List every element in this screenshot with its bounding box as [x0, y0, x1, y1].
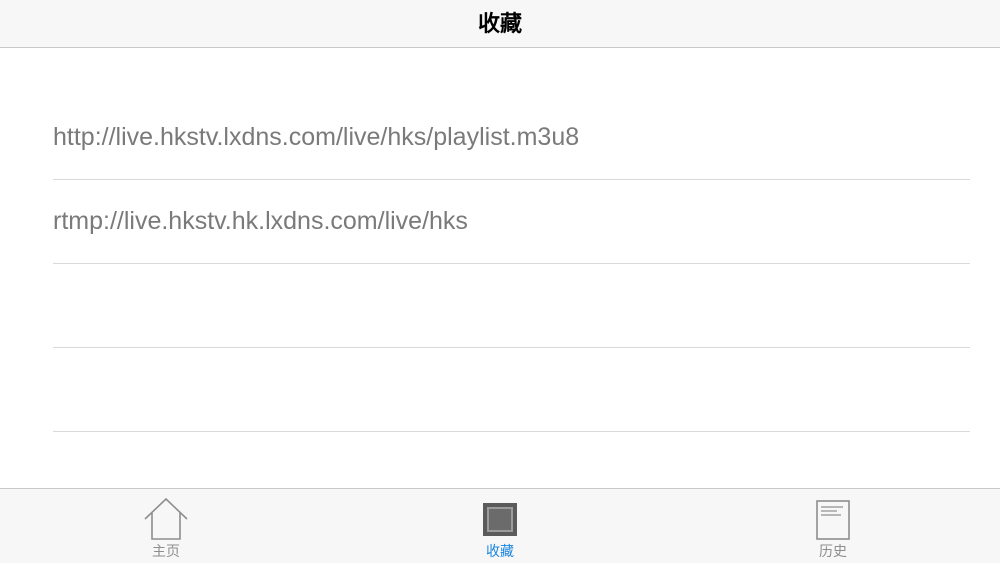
tab-home-label: 主页 [152, 544, 180, 560]
list-item[interactable] [53, 264, 970, 348]
history-icon [813, 497, 853, 541]
tab-history[interactable]: 历史 [773, 489, 893, 564]
favorites-list: http://live.hkstv.lxdns.com/live/hks/pla… [53, 96, 970, 432]
page-title: 收藏 [477, 11, 522, 37]
favorites-icon [480, 497, 520, 541]
favorite-url: rtmp://live.hkstv.hk.lxdns.com/live/hks [53, 207, 468, 235]
tab-history-label: 历史 [819, 544, 847, 560]
list-item[interactable] [53, 348, 970, 432]
list-item[interactable]: http://live.hkstv.lxdns.com/live/hks/pla… [53, 96, 970, 180]
tab-bar: 主页 收藏 历史 [0, 488, 1000, 563]
navigation-bar: 收藏 [0, 0, 1000, 48]
favorite-url: http://live.hkstv.lxdns.com/live/hks/pla… [53, 123, 580, 151]
home-icon [142, 497, 190, 541]
list-item[interactable]: rtmp://live.hkstv.hk.lxdns.com/live/hks [53, 180, 970, 264]
tab-favorites-label: 收藏 [486, 544, 514, 560]
tab-home[interactable]: 主页 [106, 489, 226, 564]
tab-favorites[interactable]: 收藏 [440, 489, 560, 564]
